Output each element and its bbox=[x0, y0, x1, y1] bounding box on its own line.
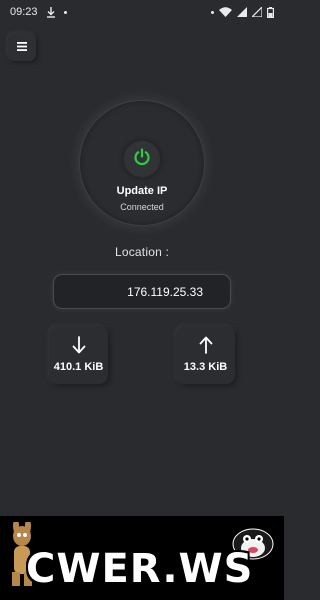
download-stat-card: 410.1 KiB bbox=[49, 326, 108, 384]
update-ip-title: Update IP bbox=[116, 185, 168, 197]
update-ip-panel[interactable]: Update IP Connected bbox=[79, 100, 205, 226]
power-icon bbox=[133, 147, 151, 171]
status-bar: 09:23 bbox=[0, 0, 284, 24]
hamburger-menu-icon bbox=[17, 38, 27, 56]
dot-icon bbox=[211, 10, 214, 14]
upload-value: 13.3 KiB bbox=[183, 361, 228, 373]
battery-icon bbox=[267, 6, 274, 18]
status-time: 09:23 bbox=[10, 6, 38, 18]
upload-stat-card: 13.3 KiB bbox=[176, 326, 235, 384]
ip-address-value: 176.119.25.33 bbox=[127, 284, 203, 299]
connection-status: Connected bbox=[120, 202, 164, 212]
signal-icon bbox=[237, 7, 247, 17]
download-icon bbox=[46, 6, 56, 18]
menu-button[interactable] bbox=[8, 33, 36, 61]
notification-dot-icon bbox=[63, 10, 67, 14]
watermark-text: CWER.WS bbox=[26, 546, 254, 592]
download-value: 410.1 KiB bbox=[53, 361, 104, 373]
signal-icon bbox=[252, 7, 262, 17]
arrow-down-icon bbox=[72, 335, 86, 355]
power-button[interactable] bbox=[124, 141, 160, 177]
arrow-up-icon bbox=[199, 335, 213, 355]
wifi-icon bbox=[219, 7, 232, 17]
ip-address-field: 176.119.25.33 bbox=[53, 274, 231, 309]
location-label: Location : bbox=[114, 245, 170, 259]
